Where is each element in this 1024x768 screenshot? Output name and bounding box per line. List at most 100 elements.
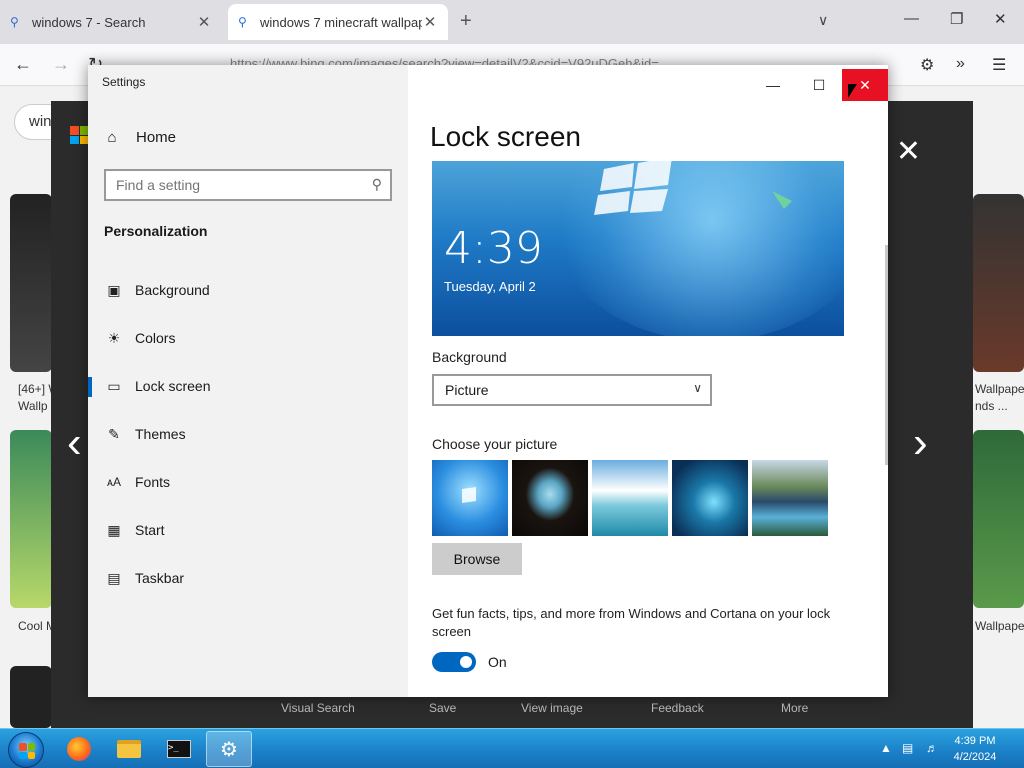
file-explorer-icon[interactable] (106, 731, 152, 767)
start-button[interactable] (8, 732, 44, 768)
preview-time: 4:39 (444, 223, 543, 274)
show-hidden-icons-icon[interactable]: ▲ (880, 741, 892, 755)
home-icon: ⌂ (107, 129, 117, 146)
network-icon[interactable]: ▤ (902, 741, 913, 755)
background-dropdown[interactable]: Picture ∨ (432, 374, 712, 406)
background-label: Background (432, 349, 507, 365)
volume-muted-icon[interactable]: ♬ (926, 741, 938, 755)
extensions-icon[interactable]: ⚙ (920, 55, 934, 75)
feedback-button[interactable]: Feedback (651, 701, 704, 715)
view-image-button[interactable]: View image (521, 701, 583, 715)
home-label: Home (136, 129, 177, 146)
browse-button[interactable]: Browse (432, 543, 522, 575)
system-clock[interactable]: 4:39 PM 4/2/2024 (950, 733, 1000, 765)
sidebar-item-themes[interactable]: ✎ Themes (88, 416, 408, 452)
sidebar-item-start[interactable]: ▦ Start (88, 512, 408, 548)
sidebar-item-label: Lock screen (135, 378, 211, 394)
visual-search-button[interactable]: Visual Search (281, 701, 355, 715)
fonts-icon: ᴀA (107, 475, 121, 489)
section-heading: Personalization (104, 223, 208, 239)
forward-arrow-icon[interactable]: → (52, 54, 70, 75)
settings-sidebar: Settings ⌂ Home ⚲ Personalization ▣ Back… (88, 65, 408, 697)
browser-close-icon[interactable]: ✕ (994, 10, 1007, 28)
sidebar-item-colors[interactable]: ☀ Colors (88, 320, 408, 356)
settings-window: Settings ⌂ Home ⚲ Personalization ▣ Back… (88, 65, 888, 697)
choose-picture-label: Choose your picture (432, 436, 558, 452)
sidebar-item-label: Colors (135, 330, 176, 346)
previous-image-arrow-icon[interactable]: ‹ (67, 421, 82, 465)
taskbar: >_ ⚙ ▲ ▤ ♬ 4:39 PM 4/2/2024 (0, 728, 1024, 768)
settings-gear-icon[interactable]: ⚙ (206, 731, 252, 767)
save-button[interactable]: Save (429, 701, 456, 715)
result-thumbnail[interactable] (10, 666, 52, 728)
result-thumbnail[interactable] (10, 430, 52, 608)
clock-date: 4/2/2024 (953, 751, 997, 763)
result-thumbnail[interactable] (973, 430, 1024, 608)
menu-icon[interactable]: ☰ (992, 55, 1006, 75)
sidebar-item-label: Themes (135, 426, 186, 442)
sidebar-item-background[interactable]: ▣ Background (88, 272, 408, 308)
search-input[interactable] (106, 171, 356, 199)
page-title: Lock screen (430, 121, 581, 152)
tab-list-chevron-icon[interactable]: ∨ (818, 12, 828, 29)
browser-restore-icon[interactable]: ❐ (950, 10, 963, 28)
themes-icon: ✎ (108, 425, 120, 442)
mouse-cursor-icon (848, 84, 857, 98)
sidebar-item-fonts[interactable]: ᴀA Fonts (88, 464, 408, 500)
new-tab-icon[interactable]: + (460, 10, 472, 33)
search-icon: ⚲ (238, 15, 247, 29)
picture-thumbnails (432, 460, 828, 536)
browser-tab-2[interactable]: ⚲ windows 7 minecraft wallpaper ✕ (228, 4, 448, 40)
firefox-icon[interactable] (56, 731, 102, 767)
fun-facts-toggle[interactable] (432, 652, 476, 672)
start-icon: ▦ (107, 521, 121, 538)
search-icon: ⚲ (10, 15, 19, 29)
result-caption: nds ... (975, 399, 1008, 413)
tab-close-icon[interactable]: ✕ (422, 13, 438, 31)
result-thumbnail[interactable] (10, 194, 52, 372)
palette-icon: ☀ (107, 329, 121, 346)
terminal-icon[interactable]: >_ (156, 731, 202, 767)
microsoft-logo-icon (70, 126, 88, 144)
search-icon[interactable]: ⚲ (372, 176, 382, 193)
more-button[interactable]: More (781, 701, 808, 715)
back-arrow-icon[interactable]: ← (14, 54, 32, 75)
sidebar-item-label: Background (135, 282, 210, 298)
lock-screen-preview: 4:39 Tuesday, April 2 (432, 161, 844, 336)
dropdown-value: Picture (445, 382, 489, 398)
result-caption: Wallpape (975, 619, 1024, 633)
tab-label: windows 7 - Search (32, 14, 146, 30)
picture-thumbnail-lake[interactable] (752, 460, 828, 536)
content-scrollbar[interactable] (885, 245, 888, 465)
sidebar-item-label: Fonts (135, 474, 171, 490)
image-icon: ▣ (107, 281, 121, 298)
picture-thumbnail-windows[interactable] (432, 460, 508, 536)
result-caption: Wallp (18, 399, 48, 413)
result-thumbnail[interactable] (973, 194, 1024, 372)
lock-screen-icon: ▭ (107, 377, 121, 394)
toggle-knob (460, 656, 472, 668)
tab-label: windows 7 minecraft wallpaper (260, 14, 422, 30)
tab-close-icon[interactable]: ✕ (196, 13, 212, 31)
browser-minimize-icon[interactable]: — (904, 10, 919, 27)
picture-thumbnail-sea[interactable] (592, 460, 668, 536)
picture-thumbnail-underwater[interactable] (672, 460, 748, 536)
browser-tab-1[interactable]: ⚲ windows 7 - Search ✕ (0, 4, 222, 40)
chevron-down-icon: ∨ (693, 381, 702, 395)
maximize-icon[interactable]: ☐ (796, 69, 842, 101)
next-image-arrow-icon[interactable]: › (913, 421, 928, 465)
viewer-close-icon[interactable]: ✕ (896, 137, 921, 167)
clock-time: 4:39 PM (954, 735, 996, 747)
sidebar-item-taskbar[interactable]: ▤ Taskbar (88, 560, 408, 596)
find-setting-box[interactable]: ⚲ (104, 169, 392, 201)
sidebar-item-label: Start (135, 522, 165, 538)
browser-tab-bar: ⚲ windows 7 - Search ✕ ⚲ windows 7 minec… (0, 0, 1024, 44)
minimize-icon[interactable]: — (750, 69, 796, 101)
picture-thumbnail-cave[interactable] (512, 460, 588, 536)
sidebar-item-label: Taskbar (135, 570, 185, 586)
home-nav-item[interactable]: ⌂ Home (104, 129, 176, 146)
taskbar-icon: ▤ (107, 569, 121, 586)
overflow-chevron-icon[interactable]: » (956, 55, 965, 73)
sidebar-item-lock-screen[interactable]: ▭ Lock screen (88, 368, 408, 404)
window-title: Settings (102, 75, 146, 89)
